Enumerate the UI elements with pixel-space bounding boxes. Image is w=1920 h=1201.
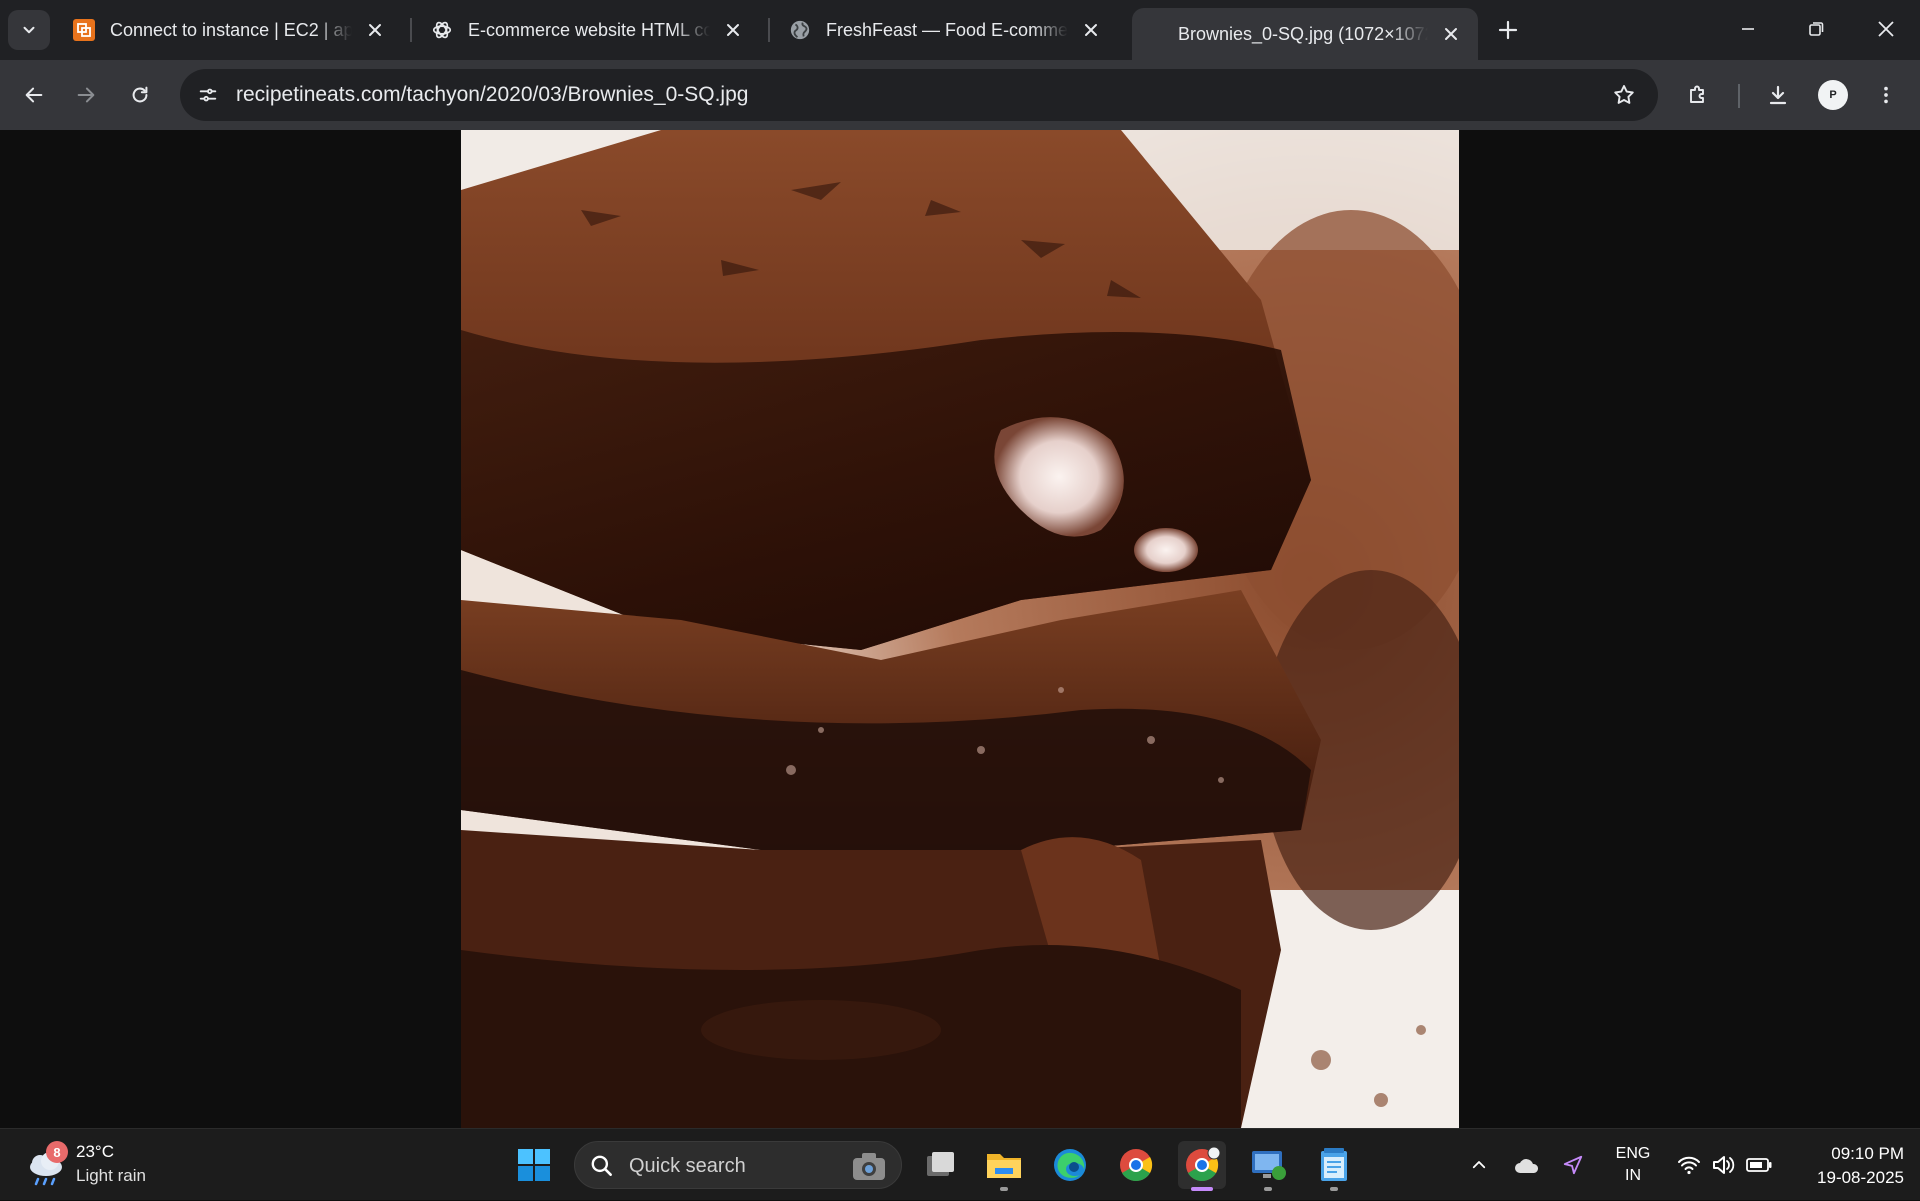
brownies-photo [461,130,1459,1128]
minimize-icon [1742,28,1754,30]
profile-initial: P [1829,89,1837,101]
remote-desktop-button[interactable] [1244,1141,1292,1191]
chrome-button[interactable] [1112,1141,1160,1189]
close-tab-icon[interactable] [1438,21,1464,47]
chrome-profile-button[interactable] [1178,1141,1226,1191]
tune-icon [199,88,217,102]
more-vertical-icon [1884,86,1888,104]
language-code: ENG [1615,1145,1651,1162]
reload-button[interactable] [118,73,162,117]
speaker-icon [1713,1156,1735,1174]
task-view-icon [927,1152,954,1176]
bookmark-button[interactable] [1604,75,1644,115]
running-indicator [1264,1187,1272,1191]
chevron-down-icon [23,26,35,34]
close-icon [1878,21,1894,37]
camera-icon [853,1153,885,1180]
wifi-button[interactable] [1672,1129,1706,1201]
globe-icon [788,18,812,42]
extensions-button[interactable] [1676,73,1720,117]
star-icon [1614,85,1634,104]
running-indicator [1000,1187,1008,1191]
folder-icon [987,1154,1021,1178]
back-button[interactable] [12,73,56,117]
location-arrow-icon [1563,1155,1583,1175]
show-hidden-icons-button[interactable] [1462,1129,1496,1201]
plus-icon [1498,20,1518,40]
brownies-image [461,130,1459,1128]
tab-strip: Connect to instance | EC2 | ap-s E-comme… [0,0,1920,60]
chrome-icon [1186,1147,1220,1182]
tab-title: FreshFeast — Food E-commerc [826,19,1068,40]
file-explorer-button[interactable] [980,1141,1028,1191]
site-info-button[interactable] [188,75,228,115]
battery-button[interactable] [1742,1129,1776,1201]
close-window-button[interactable] [1852,0,1920,58]
notepad-icon [1321,1148,1347,1181]
start-button[interactable] [510,1141,558,1189]
remote-desktop-icon [1252,1151,1286,1180]
tab-freshfeast[interactable]: FreshFeast — Food E-commerc [772,8,1118,52]
running-indicator [1330,1187,1338,1191]
aws-icon [72,18,96,42]
url-text[interactable]: recipetineats.com/tachyon/2020/03/Browni… [236,83,748,107]
close-tab-icon[interactable] [720,17,746,43]
menu-button[interactable] [1864,73,1908,117]
download-icon [1769,85,1787,105]
onedrive-button[interactable] [1510,1129,1544,1201]
windows-icon [518,1149,550,1181]
downloads-button[interactable] [1756,73,1800,117]
region-code: IN [1625,1167,1641,1184]
restore-icon [1809,22,1824,36]
tab-separator [768,18,770,42]
tab-title: Connect to instance | EC2 | ap-s [110,19,352,40]
weather-temperature[interactable]: 23°C [76,1142,114,1162]
tab-brownies-image[interactable]: Brownies_0-SQ.jpg (1072×1072 [1132,8,1478,60]
tab-chatgpt[interactable]: E-commerce website HTML cod [414,8,760,52]
taskbar-search[interactable]: Quick search [574,1141,902,1189]
chrome-icon [1120,1149,1153,1182]
new-tab-button[interactable] [1490,12,1526,48]
location-button[interactable] [1556,1129,1590,1201]
language-indicator[interactable]: ENG IN [1608,1143,1658,1187]
arrow-right-icon [77,87,95,103]
clock-date: 19-08-2025 [1817,1168,1904,1187]
forward-button[interactable] [64,73,108,117]
wifi-icon [1678,1156,1700,1175]
active-indicator [1191,1187,1213,1191]
close-tab-icon[interactable] [1078,17,1104,43]
tab-ec2[interactable]: Connect to instance | EC2 | ap-s [56,8,402,52]
tab-title: E-commerce website HTML cod [468,19,710,40]
edge-button[interactable] [1046,1141,1094,1189]
notepad-button[interactable] [1310,1141,1358,1191]
reload-icon [132,86,148,103]
tab-search-button[interactable] [8,10,50,50]
puzzle-icon [1690,85,1704,103]
cloud-icon [1515,1159,1539,1173]
chevron-up-icon [1472,1161,1486,1169]
weather-badge: 8 [46,1141,68,1163]
browser-toolbar: recipetineats.com/tachyon/2020/03/Browni… [0,60,1920,130]
close-tab-icon[interactable] [362,17,388,43]
clock-time: 09:10 PM [1831,1144,1904,1163]
task-view-button[interactable] [916,1141,964,1189]
tab-separator [410,18,412,42]
restore-button[interactable] [1782,0,1850,58]
battery-icon [1746,1158,1772,1172]
tab-title: Brownies_0-SQ.jpg (1072×1072 [1178,23,1428,44]
address-bar[interactable]: recipetineats.com/tachyon/2020/03/Browni… [180,69,1658,121]
system-clock[interactable]: 09:10 PM 19-08-2025 [1784,1142,1904,1190]
arrow-left-icon [25,87,43,103]
search-icon [591,1155,612,1176]
search-placeholder: Quick search [629,1155,746,1177]
image-viewer [0,130,1920,1128]
weather-condition[interactable]: Light rain [76,1166,146,1186]
edge-icon [1054,1149,1086,1181]
volume-button[interactable] [1706,1129,1740,1201]
profile-avatar[interactable]: P [1818,80,1848,110]
minimize-button[interactable] [1714,0,1782,58]
windows-taskbar: 8 23°C Light rain Quick search ENG IN 09… [0,1128,1920,1200]
toolbar-divider [1738,84,1740,108]
chatgpt-icon [430,18,454,42]
